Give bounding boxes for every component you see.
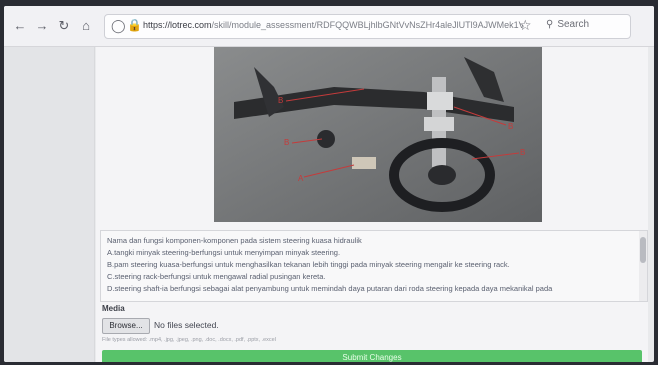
search-box[interactable]: ⚲ Search [542,19,589,30]
answer-textarea[interactable]: Nama dan fungsi komponen-komponen pada s… [100,230,648,302]
back-icon[interactable]: ← [12,18,28,34]
browser-window: ← → ↻ ⌂ ◯ 🔒 https://lotrec.com/skill/mod… [4,6,654,362]
main-content: B B A B B Nama dan fungsi komponen-kompo… [96,47,648,362]
shield-icon[interactable]: ◯ [111,18,126,34]
file-types-hint: File types allowed: .mp4, .jpg, .jpeg, .… [102,337,276,343]
photo-label-b4: B [520,148,525,157]
answer-line: Nama dan fungsi komponen-komponen pada s… [107,236,362,245]
address-bar[interactable]: ◯ 🔒 https://lotrec.com/skill/module_asse… [104,14,631,39]
home-icon[interactable]: ⌂ [78,18,94,34]
submit-changes-button[interactable]: Submit Changes [102,350,642,362]
photo-label-b3: B [508,122,513,131]
browse-button[interactable]: Browse... [102,318,150,334]
search-icon: ⚲ [546,19,554,30]
answer-line: C.steering rack-berfungsi untuk mengawal… [107,272,326,281]
star-icon[interactable]: ☆ [519,17,532,34]
answer-line: A.tangki minyak steering-berfungsi untuk… [107,248,341,257]
photo-label-a: A [298,174,304,183]
answer-line: D.steering shaft-ia berfungsi sebagai al… [107,284,553,293]
answer-line: B.pam steering kuasa-berfungsi untuk men… [107,260,510,269]
left-sidebar [4,47,95,362]
media-label: Media [102,304,125,313]
search-placeholder: Search [557,19,590,30]
reload-icon[interactable]: ↻ [56,18,72,34]
no-file-text: No files selected. [154,320,219,330]
scrollbar-thumb[interactable] [640,237,646,263]
photo-label-b1: B [278,96,283,105]
photo-illustration: B B A B B [214,47,542,222]
lock-icon[interactable]: 🔒 [127,18,142,32]
forward-icon[interactable]: → [34,18,50,34]
url-text[interactable]: https://lotrec.com/skill/module_assessme… [143,20,523,34]
browser-toolbar: ← → ↻ ⌂ ◯ 🔒 https://lotrec.com/skill/mod… [4,6,654,47]
photo-label-b2: B [284,138,289,147]
textarea-scrollbar[interactable] [639,231,647,301]
steering-system-photo: B B A B B [214,47,542,222]
